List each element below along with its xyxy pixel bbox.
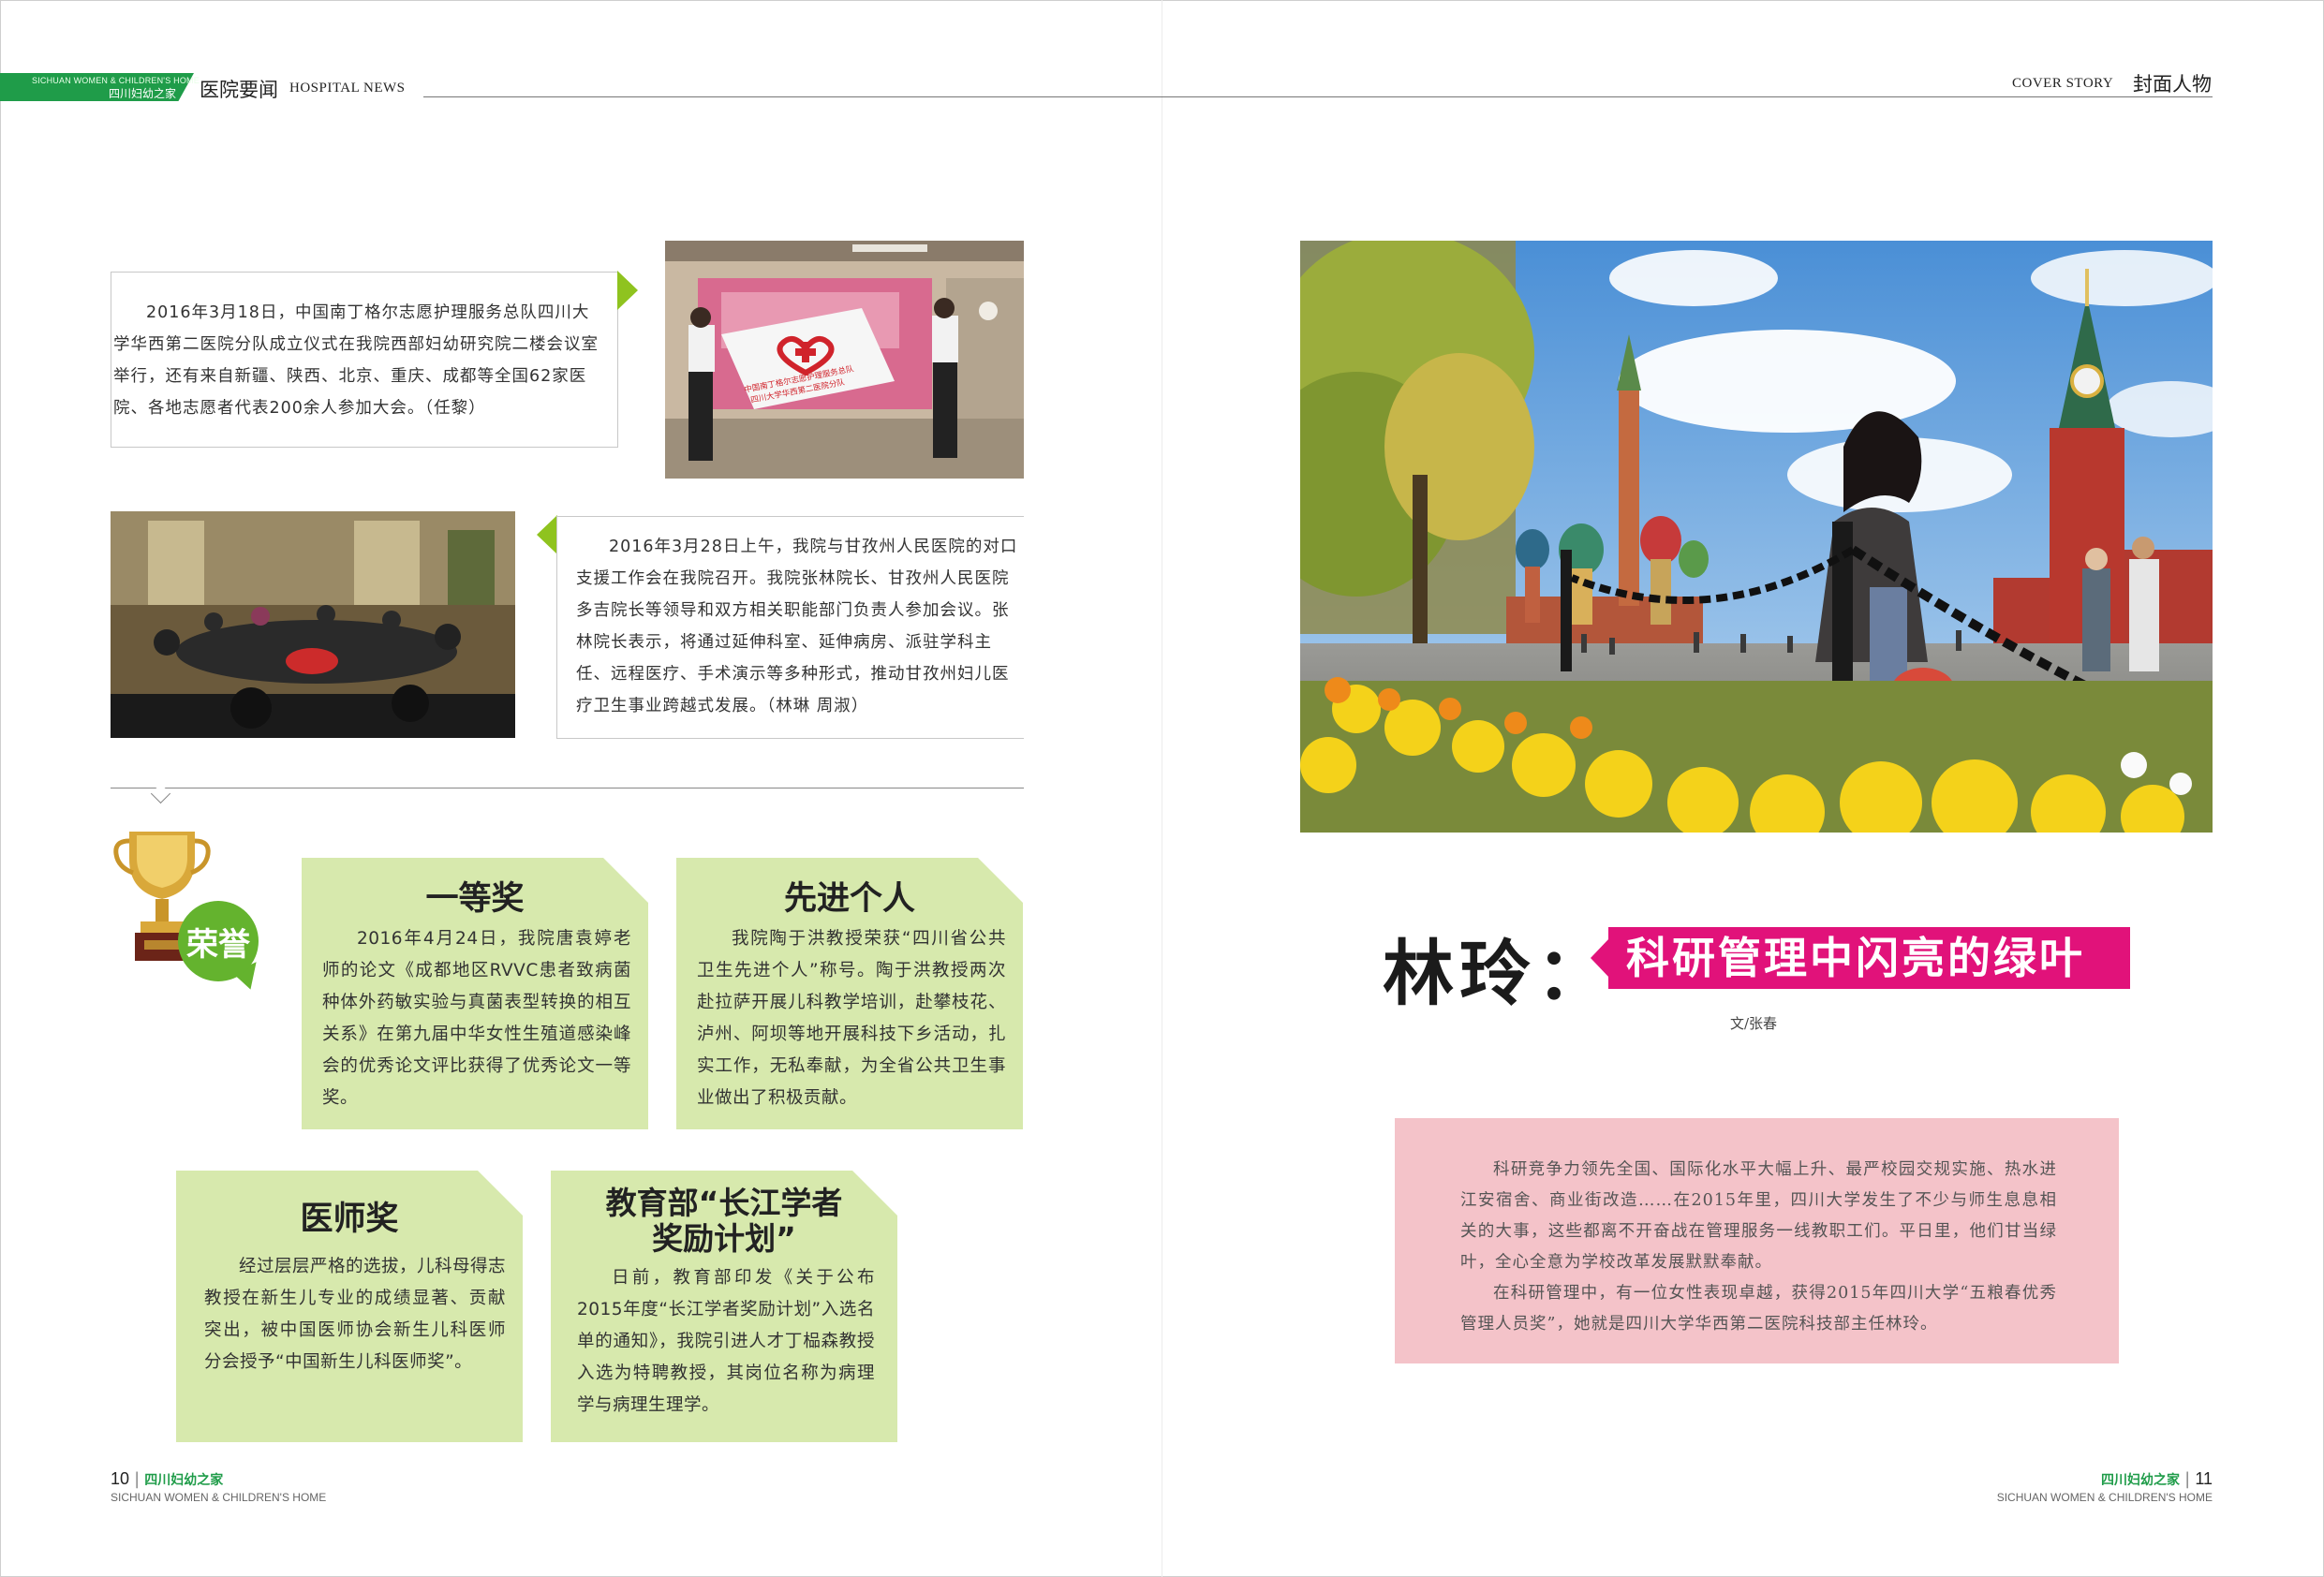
intro-paragraph-1: 科研竞争力领先全国、国际化水平大幅上升、最严校园交规实施、热水进江安宿舍、商业街… (1460, 1160, 2057, 1272)
page-number-left: 10 (111, 1469, 130, 1488)
cover-story-en: COVER STORY (2012, 76, 2114, 91)
meeting-photo (111, 511, 515, 738)
footer-separator: | (2184, 1469, 2191, 1489)
footer-magazine-zh: 四川妇幼之家 (2101, 1473, 2181, 1488)
news-item-2-text: 2016年3月28日上午，我院与甘孜州人民医院的对口支援工作会在我院召开。我院张… (576, 538, 1018, 715)
footer-right: 四川妇幼之家 | 11 (2005, 1469, 2213, 1489)
award-card-title: 医师奖 (300, 1201, 399, 1238)
intro-box: 科研竞争力领先全国、国际化水平大幅上升、最严校园交规实施、热水进江安宿舍、商业街… (1395, 1118, 2119, 1363)
footer-magazine-zh: 四川妇幼之家 (144, 1473, 224, 1488)
news-item-1-text: 2016年3月18日，中国南丁格尔志愿护理服务总队四川大学华西第二医院分队成立仪… (113, 303, 599, 418)
header-rule-right (1162, 96, 2213, 97)
cover-title-name: 林玲： (1383, 932, 1613, 1015)
award-card-advanced-individual: 先进个人 我院陶于洪教授荣获“四川省公共卫生先进个人”称号。陶于洪教授两次赴拉萨… (676, 858, 1023, 1129)
section-title-en: HOSPITAL NEWS (289, 81, 406, 96)
cover-title-subtitle: 科研管理中闪亮的绿叶 (1626, 933, 2085, 983)
cover-photo (1300, 241, 2213, 833)
news-item-1: 2016年3月18日，中国南丁格尔志愿护理服务总队四川大学华西第二医院分队成立仪… (111, 272, 618, 448)
award-card-title-line2: 奖励计划” (652, 1220, 796, 1257)
cover-story-zh: 封面人物 (2133, 73, 2212, 96)
intro-paragraph-2: 在科研管理中，有一位女性表现卓越，获得2015年四川大学“五粮春优秀管理人员奖”… (1460, 1284, 2057, 1334)
award-card-text: 2016年4月24日，我院唐袁婷老师的论文《成都地区RVVC患者致病菌种体外药敏… (322, 929, 631, 1108)
magazine-tab-zh: 四川妇幼之家 (109, 87, 177, 100)
award-card-title-line1: 教育部“长江学者 (605, 1185, 843, 1221)
award-card-text: 我院陶于洪教授荣获“四川省公共卫生先进个人”称号。陶于洪教授两次赴拉萨开展儿科教… (697, 929, 1006, 1108)
honor-badge: 荣誉 (178, 901, 259, 981)
award-card-text: 日前，教育部印发《关于公布2015年度“长江学者奖励计划”入选名单的通知》，我院… (577, 1268, 875, 1415)
footer-separator: | (134, 1469, 141, 1489)
news-item-2: 2016年3月28日上午，我院与甘孜州人民医院的对口支援工作会在我院召开。我院张… (556, 516, 1024, 739)
cover-title-pointer (1591, 938, 1609, 978)
footer-magazine-en: SICHUAN WOMEN & CHILDREN'S HOME (111, 1491, 327, 1504)
magazine-tab-en: SICHUAN WOMEN & CHILDREN'S HOME (32, 76, 200, 85)
award-card-changjiang-scholar: 教育部“长江学者 奖励计划” 日前，教育部印发《关于公布2015年度“长江学者奖… (551, 1171, 897, 1442)
award-card-physician-award: 医师奖 经过层层严格的选拔，儿科母得志教授在新生儿专业的成绩显著、贡献突出，被中… (176, 1171, 523, 1442)
page-number-right: 11 (2195, 1469, 2213, 1488)
arrow-right-icon (617, 271, 638, 310)
flag-presentation-photo: 中国南丁格尔志愿护理服务总队 四川大学华西第二医院分队 (665, 241, 1024, 479)
award-card-title: 一等奖 (425, 880, 525, 918)
award-card-title: 教育部“长江学者 奖励计划” (551, 1171, 897, 1257)
award-card-first-prize: 一等奖 2016年4月24日，我院唐袁婷老师的论文《成都地区RVVC患者致病菌种… (302, 858, 648, 1129)
header-rule-left (423, 96, 1163, 97)
section-title-zh: 医院要闻 (200, 79, 278, 101)
footer-magazine-en: SICHUAN WOMEN & CHILDREN'S HOME (1996, 1491, 2213, 1504)
byline: 文/张春 (1730, 1015, 1778, 1032)
arrow-left-icon (537, 515, 557, 554)
footer-left: 10 | 四川妇幼之家 (111, 1469, 223, 1489)
award-card-title: 先进个人 (783, 880, 915, 918)
award-card-text: 经过层层严格的选拔，儿科母得志教授在新生儿专业的成绩显著、贡献突出，被中国医师协… (204, 1257, 507, 1372)
